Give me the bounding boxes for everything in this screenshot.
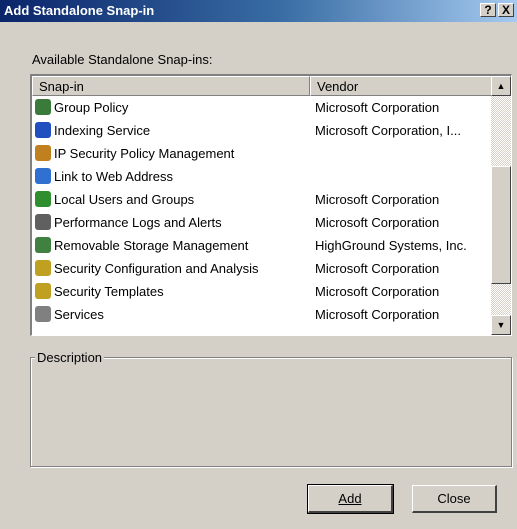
users-groups-icon bbox=[35, 191, 51, 207]
list-item[interactable]: Performance Logs and Alerts Microsoft Cor… bbox=[32, 211, 492, 234]
snapin-vendor: Microsoft Corporation bbox=[315, 284, 440, 299]
scroll-thumb[interactable] bbox=[491, 166, 511, 284]
removable-storage-icon bbox=[35, 237, 51, 253]
list-item[interactable]: Link to Web Address bbox=[32, 165, 492, 188]
vertical-scrollbar[interactable]: ▲ ▼ bbox=[491, 76, 511, 335]
snapin-vendor: Microsoft Corporation bbox=[315, 307, 440, 322]
list-header: Snap-in Vendor bbox=[32, 76, 492, 96]
close-button-label: Close bbox=[437, 491, 471, 506]
column-header-snapin[interactable]: Snap-in bbox=[32, 76, 310, 96]
close-window-button[interactable]: X bbox=[498, 3, 514, 17]
list-item[interactable]: Services Microsoft Corporation bbox=[32, 303, 492, 326]
list-item[interactable]: Group Policy Microsoft Corporation bbox=[32, 96, 492, 119]
list-item[interactable]: Local Users and Groups Microsoft Corporat… bbox=[32, 188, 492, 211]
list-item[interactable]: Security Templates Microsoft Corporation bbox=[32, 280, 492, 303]
snapin-name: Security Configuration and Analysis bbox=[54, 261, 259, 276]
snapin-vendor: Microsoft Corporation bbox=[315, 261, 440, 276]
group-policy-icon bbox=[35, 99, 51, 115]
list-item[interactable]: Removable Storage Management HighGround S… bbox=[32, 234, 492, 257]
window-title: Add Standalone Snap-in bbox=[4, 3, 155, 18]
snapin-name: IP Security Policy Management bbox=[54, 146, 235, 161]
snapin-vendor: HighGround Systems, Inc. bbox=[315, 238, 467, 253]
snapin-vendor: Microsoft Corporation bbox=[315, 192, 440, 207]
performance-icon bbox=[35, 214, 51, 230]
snapin-name: Security Templates bbox=[54, 284, 164, 299]
security-config-icon bbox=[35, 260, 51, 276]
title-bar: Add Standalone Snap-in ? X bbox=[0, 0, 517, 22]
list-rows: Group Policy Microsoft Corporation Indexin… bbox=[32, 96, 492, 326]
close-button[interactable]: Close bbox=[412, 485, 497, 513]
snapin-vendor: Microsoft Corporation bbox=[315, 100, 440, 115]
description-label: Description bbox=[35, 350, 105, 365]
snapin-list[interactable]: Snap-in Vendor Group Policy Microsoft Cor… bbox=[30, 74, 512, 336]
snapin-name: Removable Storage Management bbox=[54, 238, 249, 253]
snapin-vendor: Microsoft Corporation bbox=[315, 215, 440, 230]
scroll-up-arrow-icon[interactable]: ▲ bbox=[491, 76, 511, 96]
snapin-name: Group Policy bbox=[54, 100, 129, 115]
scroll-down-arrow-icon[interactable]: ▼ bbox=[491, 315, 511, 335]
indexing-service-icon bbox=[35, 122, 51, 138]
list-item[interactable]: Indexing Service Microsoft Corporation, I… bbox=[32, 119, 492, 142]
add-button-label: Add bbox=[338, 491, 362, 506]
snapin-name: Indexing Service bbox=[54, 123, 151, 138]
snapin-name: Local Users and Groups bbox=[54, 192, 195, 207]
services-gears-icon bbox=[35, 306, 51, 322]
description-groupbox: Description bbox=[30, 350, 512, 467]
help-button[interactable]: ? bbox=[480, 3, 496, 17]
list-item[interactable]: IP Security Policy Management bbox=[32, 142, 492, 165]
list-item[interactable]: Security Configuration and Analysis Micro… bbox=[32, 257, 492, 280]
ip-security-icon bbox=[35, 145, 51, 161]
snapin-name: Link to Web Address bbox=[54, 169, 173, 184]
snapin-name: Performance Logs and Alerts bbox=[54, 215, 222, 230]
snapin-vendor: Microsoft Corporation, I... bbox=[315, 123, 461, 138]
security-templates-icon bbox=[35, 283, 51, 299]
available-snapins-label: Available Standalone Snap-ins: bbox=[32, 52, 213, 67]
add-button[interactable]: Add bbox=[307, 484, 394, 514]
column-header-vendor[interactable]: Vendor bbox=[310, 76, 492, 96]
web-link-icon bbox=[35, 168, 51, 184]
snapin-name: Services bbox=[54, 307, 104, 322]
